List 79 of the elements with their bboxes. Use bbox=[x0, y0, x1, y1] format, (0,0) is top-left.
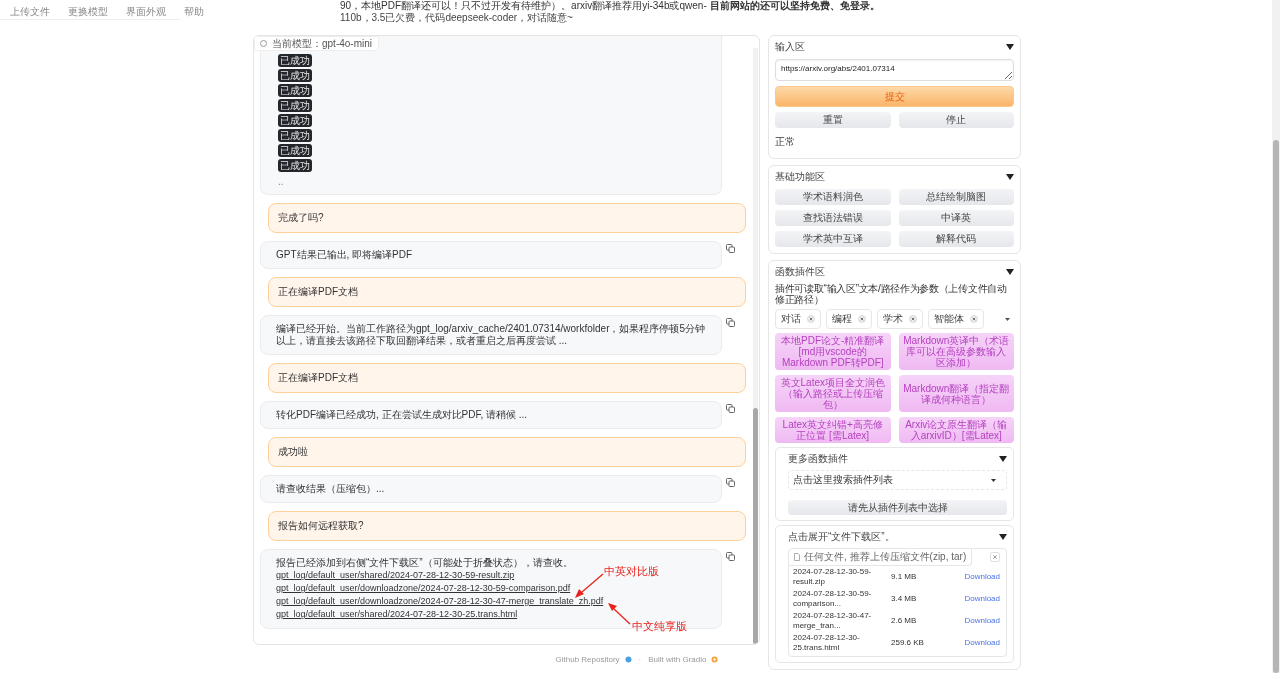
message-text: 编译已经开始。当前工作路径为gpt_log/arxiv_cache/2401.07314/workfolder，如果程序停顿5分钟以上，请直接去该路径下取回翻译结果，或者重启之后再度尝试 ... bbox=[276, 323, 706, 347]
message-text: 转化PDF编译已经成功, 正在尝试生成对比PDF, 请稍候 ... bbox=[276, 409, 528, 421]
panel-title: 函数插件区 bbox=[775, 265, 825, 279]
plugin-button[interactable]: Arxiv论文原生翻译（输入arxivID）[需Latex] bbox=[898, 417, 1014, 443]
filter-tag[interactable]: 学术 bbox=[877, 309, 923, 329]
run-plugin-button[interactable]: 请先从插件列表中选择 bbox=[788, 500, 1007, 515]
file-name: 2024-07-28-12-30-59-comparison... bbox=[793, 589, 873, 609]
function-button[interactable]: 解释代码 bbox=[898, 231, 1014, 247]
menu-tab[interactable]: 界面外观 bbox=[126, 5, 166, 19]
file-link[interactable]: gpt_log/default_user/downloadzone/2024-07-28-12-30-59-comparison.pdf bbox=[276, 582, 571, 595]
tag-label: 对话 bbox=[781, 312, 801, 326]
plugin-button[interactable]: 本地PDF论文-精准翻译[md用vscode的Markdown PDF转PDF] bbox=[775, 333, 891, 370]
file-size: 259.6 KB bbox=[891, 638, 925, 648]
download-link[interactable]: Download bbox=[964, 616, 1000, 626]
filter-tag[interactable]: 智能体 bbox=[928, 309, 984, 329]
status-badge: 已成功 bbox=[278, 84, 312, 97]
filter-tag[interactable]: 对话 bbox=[775, 309, 821, 329]
plugin-button[interactable]: Latex英文纠错+高亮修正位置 [需Latex] bbox=[775, 417, 891, 443]
annotation-text: 中英对比版 bbox=[604, 564, 659, 579]
file-name: 2024-07-28-12-30-47-merge_tran... bbox=[793, 611, 873, 631]
message-text: 正在编译PDF文档 bbox=[278, 286, 358, 298]
input-field[interactable]: https://arxiv.org/abs/2401.07314 bbox=[775, 59, 1014, 81]
plugin-button[interactable]: 英文Latex项目全文润色（输入路径或上传压缩包） bbox=[775, 375, 891, 412]
separator-dot: · bbox=[638, 655, 642, 664]
message-text: 成功啦 bbox=[278, 446, 308, 458]
action-button[interactable]: 停止 bbox=[898, 112, 1014, 128]
function-button[interactable]: 学术英中互译 bbox=[775, 231, 891, 247]
file-link[interactable]: gpt_log/default_user/shared/2024-07-28-12-30-59-result.zip bbox=[276, 569, 515, 582]
file-name: 2024-07-28-12-30-59-result.zip bbox=[793, 567, 873, 587]
menu-tab[interactable]: 更换模型 bbox=[68, 5, 108, 19]
download-link[interactable]: Download bbox=[964, 594, 1000, 604]
function-button[interactable]: 查找语法错误 bbox=[775, 210, 891, 226]
file-size: 9.1 MB bbox=[891, 572, 918, 582]
plugin-button[interactable]: Markdown英译中（术语库可以在高级参数输入区添加） bbox=[898, 333, 1014, 370]
status-badge: 已成功 bbox=[278, 114, 312, 127]
status-badge: 已成功 bbox=[278, 99, 312, 112]
file-name: 2024-07-28-12-30-25.trans.html bbox=[793, 633, 861, 653]
message-text: 正在编译PDF文档 bbox=[278, 372, 358, 384]
tag-selector[interactable]: 对话 编程 学术 智能体 bbox=[775, 309, 1014, 329]
menu-tab[interactable]: 帮助 bbox=[184, 5, 204, 19]
model-label-text: 当前模型：gpt-4o-mini bbox=[272, 38, 373, 49]
upload-hint: 任何文件, 推荐上传压缩文件(zip, tar) bbox=[804, 550, 967, 564]
download-link[interactable]: Download bbox=[964, 638, 1000, 648]
status-badge: 已成功 bbox=[278, 159, 312, 172]
file-size: 3.4 MB bbox=[891, 594, 918, 604]
annotation-text: 中文纯享版 bbox=[632, 619, 687, 634]
function-button[interactable]: 中译英 bbox=[898, 210, 1014, 226]
panel-title: 更多函数插件 bbox=[788, 452, 848, 466]
panel-title: 输入区 bbox=[775, 40, 805, 54]
plugin-dropdown[interactable]: 点击这里搜索插件列表 bbox=[788, 470, 1007, 490]
status-badge: 已成功 bbox=[278, 54, 312, 67]
panel-title: 基础功能区 bbox=[775, 170, 825, 184]
status-badge: 已成功 bbox=[278, 144, 312, 157]
message-text: 报告如何远程获取? bbox=[278, 520, 364, 532]
hint-text: 插件可读取“输入区”文本/路径作为参数（上传文件自动修正路径） bbox=[775, 283, 1008, 305]
message-text: .. bbox=[278, 176, 285, 188]
tag-label: 编程 bbox=[832, 312, 852, 326]
notice-text: 90，本地PDF翻译还可以！只不过开发有待维护）。arxiv翻译推荐用yi-34b或qwen- 目前网站的还可以坚持免费、免登录。 bbox=[340, 0, 880, 12]
file-link[interactable]: gpt_log/default_user/downloadzone/2024-07-28-12-30-47-merge_translate_zh.pdf bbox=[276, 595, 604, 608]
status-badge: 已成功 bbox=[278, 129, 312, 142]
file-size: 2.6 MB bbox=[891, 616, 918, 626]
menu-tab[interactable]: 上传文件 bbox=[10, 5, 50, 19]
filter-tag[interactable]: 编程 bbox=[826, 309, 872, 329]
file-link[interactable]: gpt_log/default_user/shared/2024-07-28-12-30-25.trans.html bbox=[276, 608, 518, 621]
message-text: GPT结果已输出, 即将编译PDF bbox=[276, 249, 413, 261]
status-badge: 已成功 bbox=[278, 69, 312, 82]
panel-title: 点击展开“文件下载区”。 bbox=[788, 530, 895, 544]
download-link[interactable]: Download bbox=[964, 572, 1000, 582]
dropdown-value: 点击这里搜索插件列表 bbox=[793, 473, 893, 487]
function-button[interactable]: 学术语料润色 bbox=[775, 189, 891, 205]
function-button[interactable]: 总结绘制脑图 bbox=[898, 189, 1014, 205]
message-text: 完成了吗? bbox=[278, 212, 324, 224]
status-text: 正常 bbox=[775, 135, 796, 149]
notice-text: 110b，3.5已欠费，代码deepseek-coder，对话随意~ bbox=[340, 12, 574, 24]
action-button[interactable]: 重置 bbox=[775, 112, 891, 128]
tag-label: 智能体 bbox=[934, 312, 964, 326]
tag-label: 学术 bbox=[883, 312, 903, 326]
message-text: 请查收结果（压缩包）... bbox=[276, 483, 385, 495]
message-text: 报告已经添加到右侧“文件下载区”（可能处于折叠状态），请查收。 bbox=[276, 557, 573, 569]
